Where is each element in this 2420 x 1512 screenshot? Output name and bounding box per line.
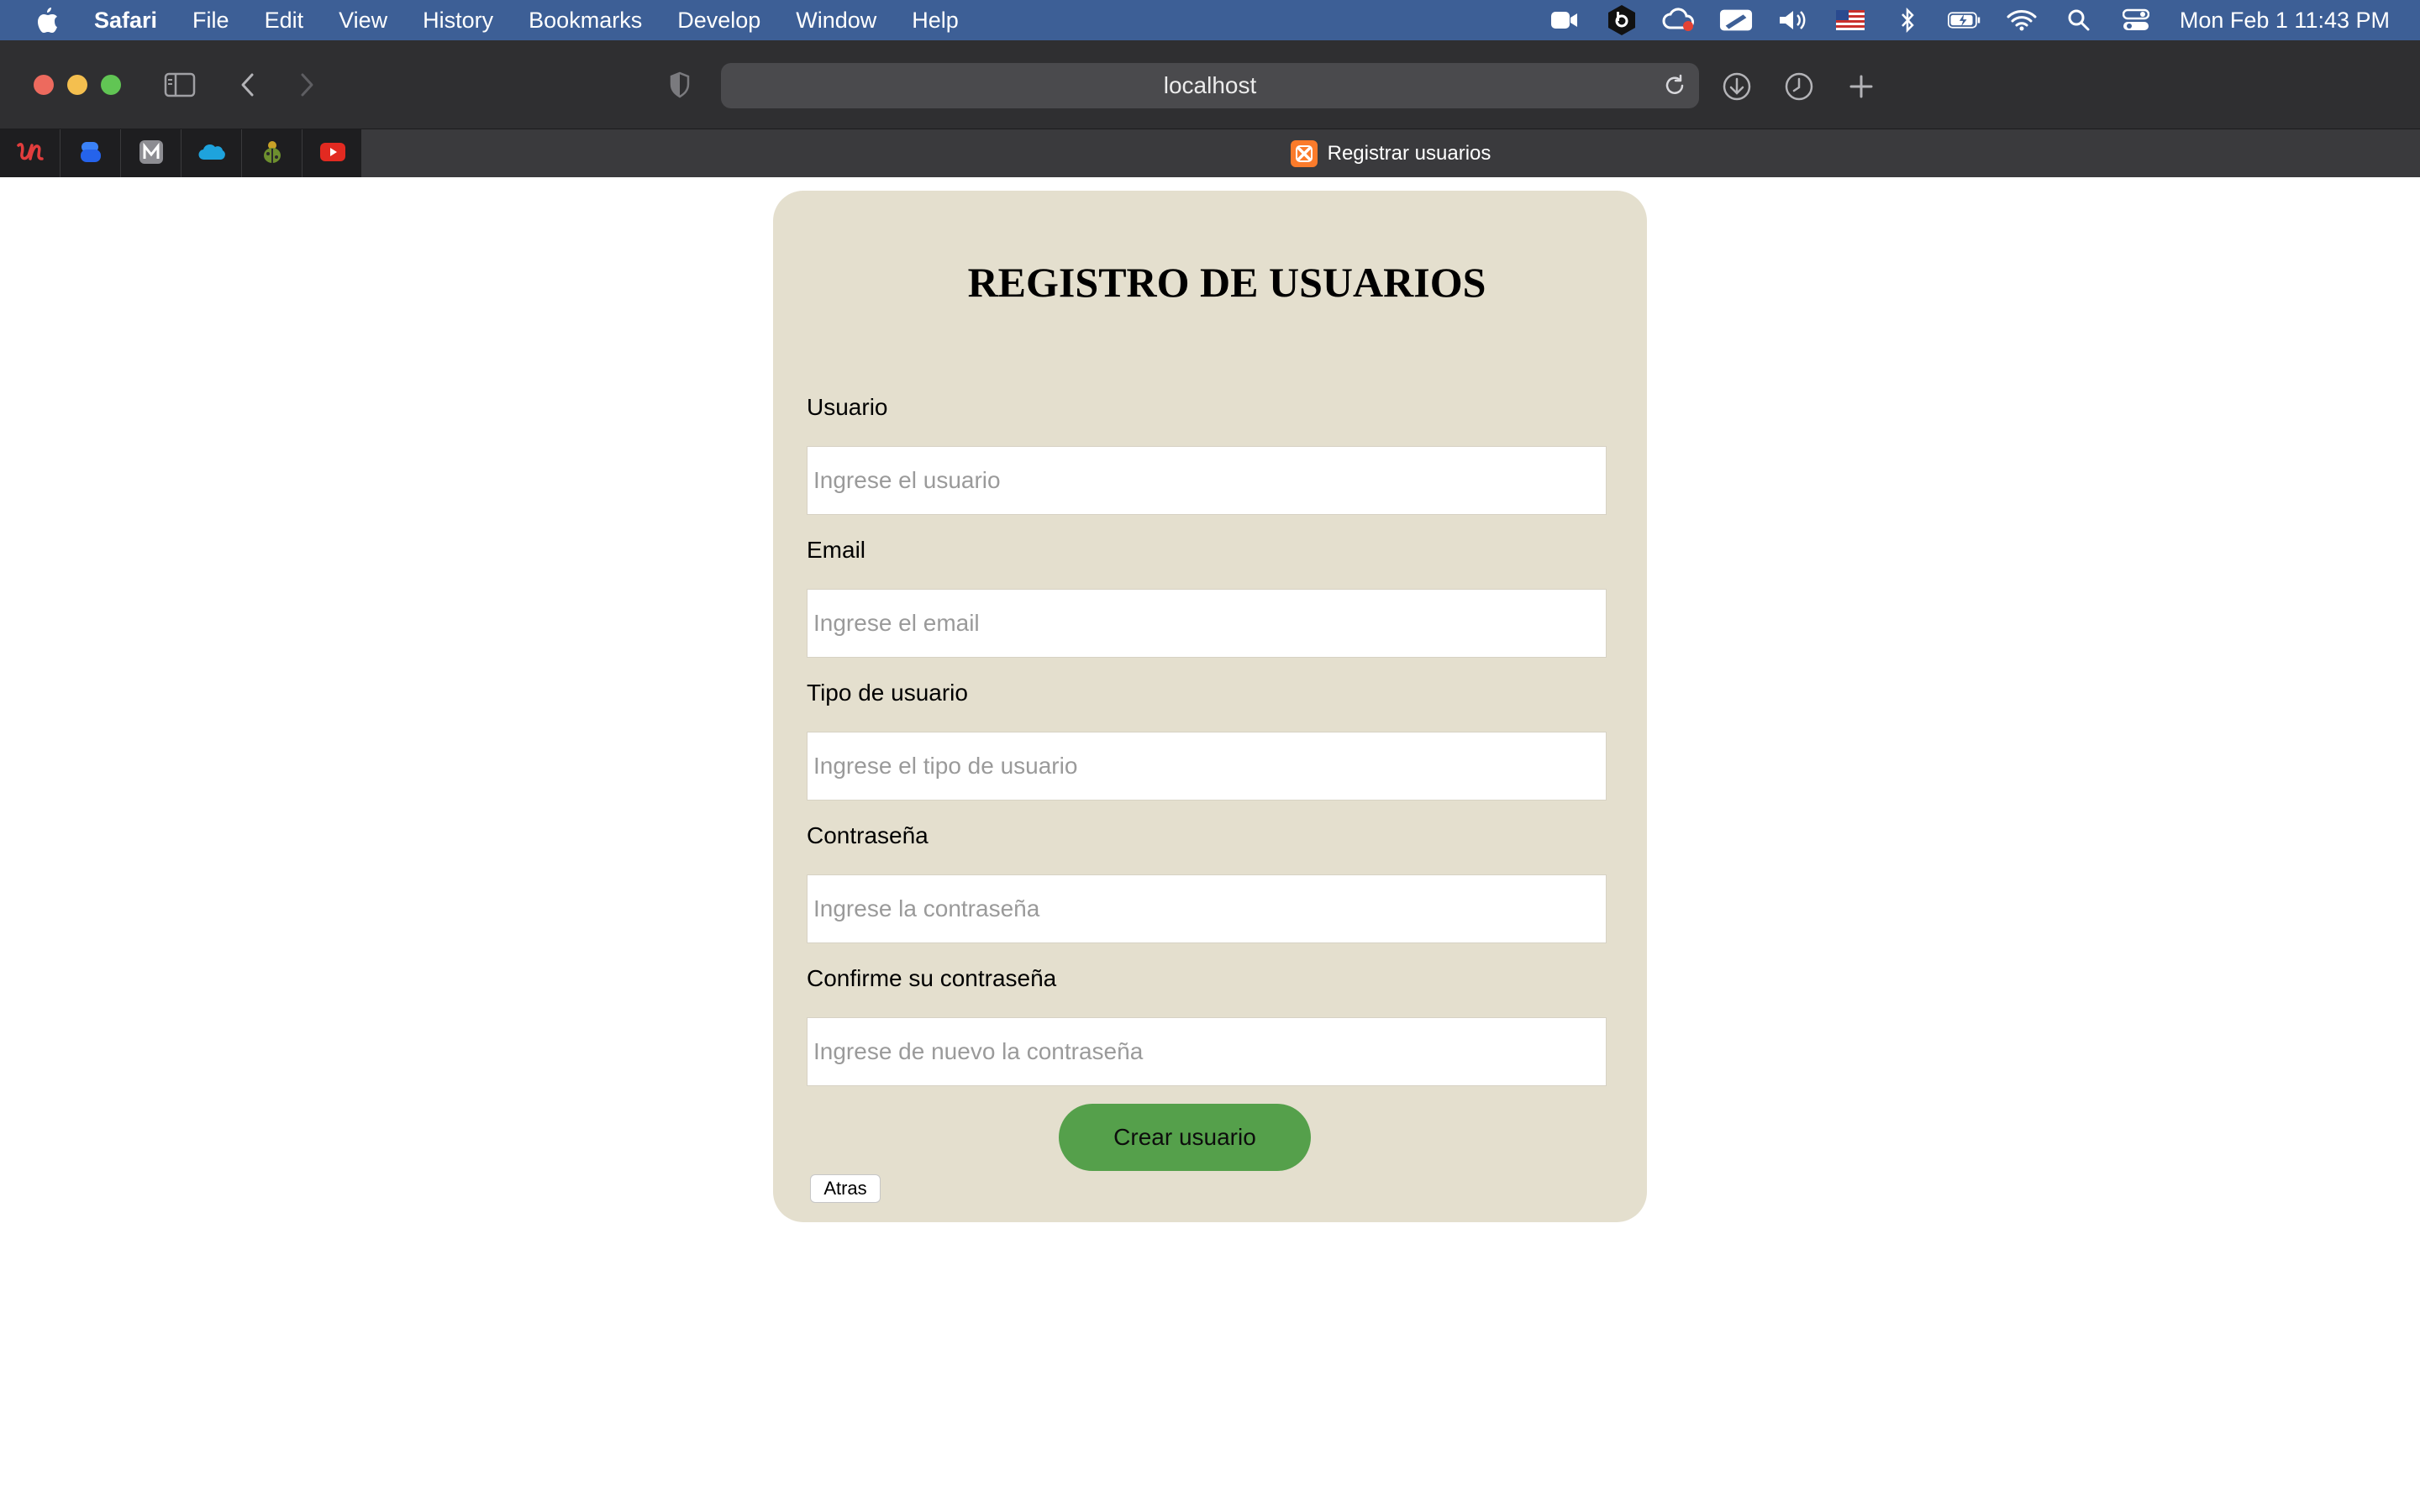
minimize-window-button[interactable] (67, 75, 87, 95)
salesforce-icon (197, 142, 226, 166)
favorite-tab-4[interactable] (182, 129, 242, 178)
menu-develop[interactable]: Develop (677, 8, 760, 34)
volume-icon[interactable] (1776, 7, 1810, 34)
xampp-favicon-icon (1290, 140, 1318, 167)
menu-history[interactable]: History (423, 8, 493, 34)
atras-button[interactable]: Atras (810, 1174, 881, 1203)
menu-file[interactable]: File (192, 8, 229, 34)
creative-cloud-icon[interactable] (1662, 7, 1696, 34)
wifi-icon[interactable] (2005, 7, 2039, 34)
form-title: REGISTRO DE USUARIOS (967, 259, 1486, 306)
favorite-tab-3[interactable] (121, 129, 182, 178)
tab-title: Registrar usuarios (1327, 142, 1491, 165)
pen-icon[interactable] (1719, 7, 1753, 34)
menu-window[interactable]: Window (796, 8, 876, 34)
history-clock-icon[interactable] (1783, 71, 1815, 102)
menu-bookmarks[interactable]: Bookmarks (529, 8, 642, 34)
email-input[interactable] (807, 589, 1607, 658)
usuario-input[interactable] (807, 446, 1607, 515)
menu-edit[interactable]: Edit (265, 8, 304, 34)
menu-view[interactable]: View (339, 8, 387, 34)
favorite-tab-6[interactable] (302, 129, 363, 178)
fullscreen-window-button[interactable] (101, 75, 121, 95)
control-center-icon[interactable] (2119, 7, 2153, 34)
forward-icon[interactable] (294, 71, 319, 99)
zoom-icon[interactable] (1548, 7, 1581, 34)
usuario-label: Usuario (807, 394, 888, 420)
apple-icon[interactable] (35, 5, 62, 35)
password-input[interactable] (807, 874, 1607, 943)
new-tab-icon[interactable] (1845, 71, 1877, 102)
battery-icon[interactable] (1947, 7, 1981, 34)
back-icon[interactable] (235, 71, 260, 99)
password-label: Contraseña (807, 822, 929, 848)
tipo-usuario-input[interactable] (807, 732, 1607, 801)
close-window-button[interactable] (34, 75, 54, 95)
confirm-password-label: Confirme su contraseña (807, 965, 1057, 991)
menu-help[interactable]: Help (912, 8, 959, 34)
registration-form-card: REGISTRO DE USUARIOS Usuario Email Tipo … (773, 191, 1647, 1222)
us-flag-icon[interactable] (1833, 7, 1867, 34)
email-label: Email (807, 537, 866, 563)
bluetooth-icon[interactable] (1891, 7, 1924, 34)
spotlight-icon[interactable] (2062, 7, 2096, 34)
menubar-status-area: Mon Feb 1 11:43 PM (1524, 0, 2390, 40)
youtube-icon (319, 142, 346, 166)
downloads-icon[interactable] (1721, 71, 1753, 102)
blue-app-icon (78, 139, 103, 169)
menubar-clock[interactable]: Mon Feb 1 11:43 PM (2180, 8, 2390, 34)
page-viewport: REGISTRO DE USUARIOS Usuario Email Tipo … (0, 177, 2420, 1512)
tab-registrar-usuarios[interactable]: Registrar usuarios (361, 129, 2420, 178)
sidebar-toggle-icon[interactable] (163, 71, 197, 99)
b-app-icon[interactable] (1605, 5, 1639, 35)
privacy-shield-icon[interactable] (667, 71, 692, 99)
menu-bar: Safari File Edit View History Bookmarks … (0, 0, 2420, 40)
menu-app-name[interactable]: Safari (94, 8, 157, 34)
ladybug-icon (260, 139, 284, 169)
u-app-icon (16, 140, 45, 168)
m-app-icon (139, 139, 164, 169)
favorite-tab-2[interactable] (60, 129, 121, 178)
address-bar[interactable]: localhost (721, 63, 1699, 108)
favorite-tab-5[interactable] (242, 129, 302, 178)
confirm-password-input[interactable] (807, 1017, 1607, 1086)
crear-usuario-button[interactable]: Crear usuario (1059, 1104, 1311, 1171)
tab-bar: Registrar usuarios (0, 129, 2420, 178)
reload-icon[interactable] (1662, 73, 1687, 98)
tipo-usuario-label: Tipo de usuario (807, 680, 968, 706)
address-text: localhost (1163, 72, 1257, 98)
favorite-tab-1[interactable] (0, 129, 60, 178)
